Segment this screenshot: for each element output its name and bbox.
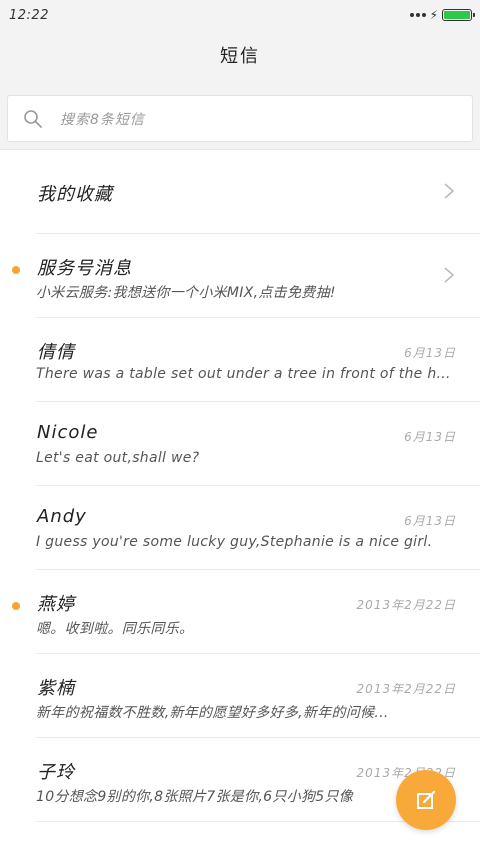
search-icon bbox=[22, 108, 44, 130]
conversation-preview: 新年的祝福数不胜数,新年的愿望好多好多,新年的问候... bbox=[36, 705, 389, 721]
header: 短信 bbox=[0, 30, 480, 80]
conversation-preview: 小米云服务:我想送你一个小米MIX,点击免费抽! bbox=[36, 285, 336, 301]
page-title: 短信 bbox=[220, 46, 260, 67]
conversation-name: Nicole bbox=[37, 422, 99, 443]
conversation-row[interactable]: 紫楠 2013年2月22日 新年的祝福数不胜数,新年的愿望好多好多,新年的问候.… bbox=[36, 654, 480, 738]
chevron-right-icon bbox=[444, 267, 455, 283]
conversation-preview: 10分想念9别的你,8张照片7张是你,6只小狗5只像 bbox=[36, 789, 354, 805]
conversation-preview: Let's eat out,shall we? bbox=[36, 450, 200, 466]
compose-button[interactable] bbox=[396, 770, 456, 830]
conversation-preview: 嗯。收到啦。同乐同乐。 bbox=[36, 621, 194, 637]
conversation-name: 服务号消息 bbox=[37, 258, 132, 279]
conversation-row[interactable]: Andy 6月13日 I guess you're some lucky guy… bbox=[36, 486, 480, 570]
conversation-date: 6月13日 bbox=[404, 346, 456, 360]
conversation-preview: I guess you're some lucky guy,Stephanie … bbox=[36, 534, 433, 550]
conversation-date: 6月13日 bbox=[404, 514, 456, 528]
conversation-date: 2013年2月22日 bbox=[356, 598, 456, 612]
conversation-name: 燕婷 bbox=[37, 594, 75, 615]
conversation-row[interactable]: Nicole 6月13日 Let's eat out,shall we? bbox=[36, 402, 480, 486]
conversation-name: 子玲 bbox=[37, 762, 75, 783]
search-area: 搜索8条短信 bbox=[0, 80, 480, 149]
charging-icon: ⚡ bbox=[429, 8, 438, 22]
conversation-name: Andy bbox=[37, 506, 87, 527]
conversation-date: 2013年2月22日 bbox=[356, 682, 456, 696]
chevron-right-icon bbox=[444, 183, 455, 199]
conversation-row[interactable]: 服务号消息 小米云服务:我想送你一个小米MIX,点击免费抽! bbox=[12, 234, 480, 318]
conversation-name: 紫楠 bbox=[37, 678, 75, 699]
conversation-list: 我的收藏 服务号消息 小米云服务:我想送你一个小米MIX,点击免费抽! 倩倩 6… bbox=[0, 149, 480, 822]
conversation-name: 倩倩 bbox=[37, 342, 75, 363]
search-input[interactable]: 搜索8条短信 bbox=[7, 95, 473, 142]
conversation-row[interactable]: 倩倩 6月13日 There was a table set out under… bbox=[36, 318, 480, 402]
unread-dot bbox=[12, 266, 20, 274]
favorites-label: 我的收藏 bbox=[37, 184, 113, 205]
status-time: 12:22 bbox=[9, 7, 49, 23]
unread-dot bbox=[12, 602, 20, 610]
compose-icon bbox=[417, 790, 436, 809]
conversation-date: 6月13日 bbox=[404, 430, 456, 444]
search-placeholder: 搜索8条短信 bbox=[60, 111, 145, 128]
favorites-row[interactable]: 我的收藏 bbox=[36, 150, 480, 234]
conversation-row[interactable]: 燕婷 2013年2月22日 嗯。收到啦。同乐同乐。 bbox=[12, 570, 480, 654]
status-icons: ⚡ bbox=[409, 8, 475, 22]
battery-icon bbox=[442, 9, 475, 21]
signal-icon bbox=[409, 13, 426, 17]
conversation-preview: There was a table set out under a tree i… bbox=[36, 366, 456, 382]
status-bar: 12:22 ⚡ bbox=[0, 0, 480, 30]
